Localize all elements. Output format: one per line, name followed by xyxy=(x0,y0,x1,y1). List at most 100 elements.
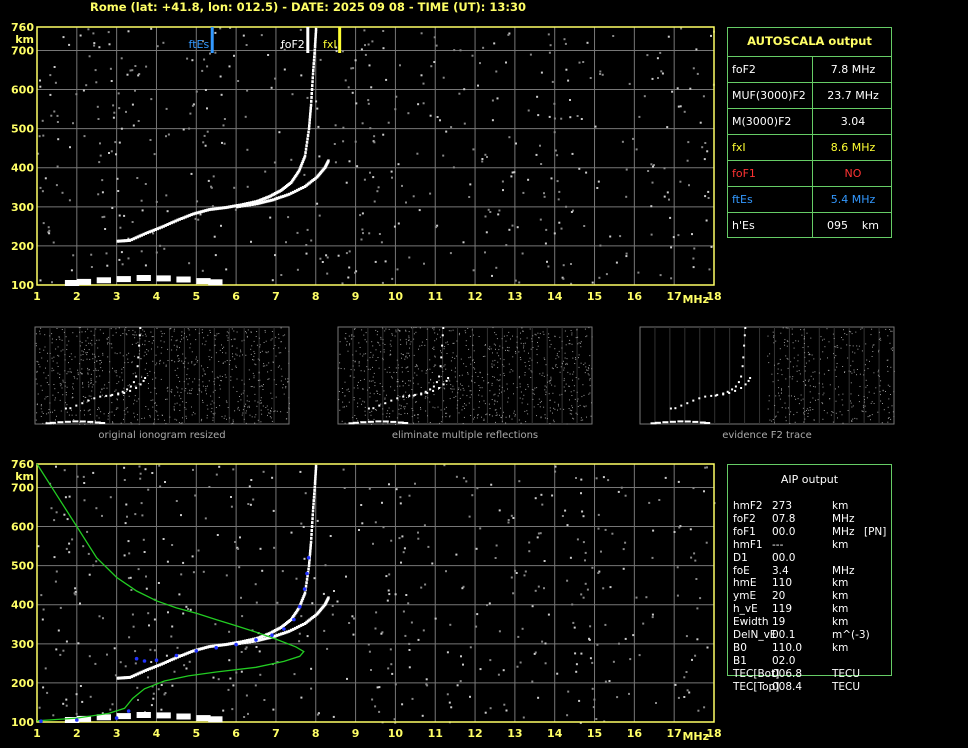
x-tick-label: 17 xyxy=(667,727,682,740)
thumb-noise xyxy=(279,365,280,367)
thumb-noise xyxy=(148,383,149,384)
noise-dot xyxy=(306,96,309,99)
thumb-noise xyxy=(470,394,472,396)
thumb-noise xyxy=(794,395,795,397)
thumb-noise xyxy=(161,333,163,335)
noise-dot xyxy=(139,472,142,475)
thumb-noise xyxy=(224,374,226,376)
thumb-noise xyxy=(274,345,276,346)
thumb-noise xyxy=(411,416,413,418)
thumb-noise xyxy=(427,368,428,370)
noise-dot xyxy=(137,568,140,571)
thumb-noise xyxy=(416,393,418,395)
thumb-trace xyxy=(442,383,445,386)
thumb-noise xyxy=(259,346,261,348)
thumb-noise xyxy=(108,381,110,383)
thumb-noise xyxy=(403,399,405,401)
thumb-noise xyxy=(206,417,208,419)
thumb-noise xyxy=(782,327,784,329)
thumb-noise xyxy=(187,328,189,330)
thumb-trace xyxy=(137,356,140,359)
noise-dot xyxy=(322,592,325,595)
thumb-noise xyxy=(138,398,140,400)
thumb-noise xyxy=(464,330,466,332)
noise-dot xyxy=(153,153,156,156)
thumb-noise xyxy=(173,408,175,410)
thumb-noise xyxy=(174,395,176,397)
noise-dot xyxy=(701,146,704,149)
thumb-noise xyxy=(149,415,151,416)
thumb-noise xyxy=(402,380,403,382)
thumb-noise xyxy=(363,378,365,380)
thumb-noise xyxy=(235,367,237,368)
thumb-noise xyxy=(496,352,498,354)
thumb-noise xyxy=(840,347,842,349)
thumb-noise xyxy=(475,372,477,373)
noise-dot xyxy=(490,483,493,486)
thumb-noise xyxy=(455,395,457,397)
noise-dot xyxy=(412,195,415,198)
thumb-noise xyxy=(575,357,576,359)
marker-label-fxI: fxI xyxy=(323,38,337,51)
thumb-noise xyxy=(573,390,575,392)
thumb-noise xyxy=(381,386,383,387)
thumb-noise xyxy=(417,414,418,416)
thumb-noise xyxy=(286,411,288,413)
noise-dot xyxy=(645,596,648,599)
noise-dot xyxy=(566,579,569,582)
noise-dot xyxy=(692,257,695,260)
thumb-noise xyxy=(153,423,155,425)
o-trace-point xyxy=(313,48,316,52)
thumb-noise xyxy=(235,365,237,367)
thumb-noise xyxy=(374,385,376,387)
thumb-noise xyxy=(37,361,39,363)
noise-dot xyxy=(512,592,515,595)
noise-dot xyxy=(652,165,654,168)
thumb-noise xyxy=(156,404,158,406)
thumb-noise xyxy=(150,399,152,401)
thumb-noise xyxy=(247,329,249,331)
thumb-noise xyxy=(41,357,43,359)
thumb-noise xyxy=(119,352,121,354)
thumb-noise xyxy=(133,403,135,405)
thumb-noise xyxy=(124,329,126,331)
o-trace-point xyxy=(308,121,311,125)
thumb-noise xyxy=(458,334,460,336)
thumb-noise xyxy=(265,351,267,353)
thumb-noise xyxy=(344,337,346,339)
noise-dot xyxy=(166,210,169,213)
thumb-noise xyxy=(566,363,568,365)
thumb-noise xyxy=(275,396,277,398)
thumb-noise xyxy=(183,337,185,339)
autoscala-row-divider xyxy=(728,134,891,135)
thumb-noise xyxy=(461,374,463,376)
thumb-noise xyxy=(835,346,837,348)
x-tick-label: 4 xyxy=(153,727,161,740)
thumb-e-layer xyxy=(662,421,669,424)
thumb-noise xyxy=(478,385,480,386)
noise-dot xyxy=(651,613,654,616)
thumb-noise xyxy=(109,361,111,363)
noise-dot xyxy=(66,518,69,521)
x-trace-point xyxy=(243,204,247,208)
thumb-noise xyxy=(216,376,218,378)
noise-dot xyxy=(316,519,319,522)
thumb-noise xyxy=(176,386,177,388)
thumb-trace xyxy=(680,404,683,407)
thumb-noise xyxy=(165,423,167,425)
thumb-noise xyxy=(177,391,179,393)
thumb-noise xyxy=(878,375,880,377)
thumb-noise xyxy=(577,406,579,407)
thumb-noise xyxy=(388,407,390,409)
thumb-noise xyxy=(346,341,348,343)
thumb-noise xyxy=(771,373,773,375)
thumb-noise xyxy=(435,364,437,366)
thumb-noise xyxy=(280,368,282,370)
thumb-noise xyxy=(572,373,574,375)
thumb-noise xyxy=(543,375,545,377)
noise-dot xyxy=(50,114,53,117)
aip-unit: MHz xyxy=(832,512,855,525)
fit-trace-point xyxy=(214,645,218,650)
noise-dot xyxy=(206,130,209,133)
noise-dot xyxy=(228,659,231,662)
